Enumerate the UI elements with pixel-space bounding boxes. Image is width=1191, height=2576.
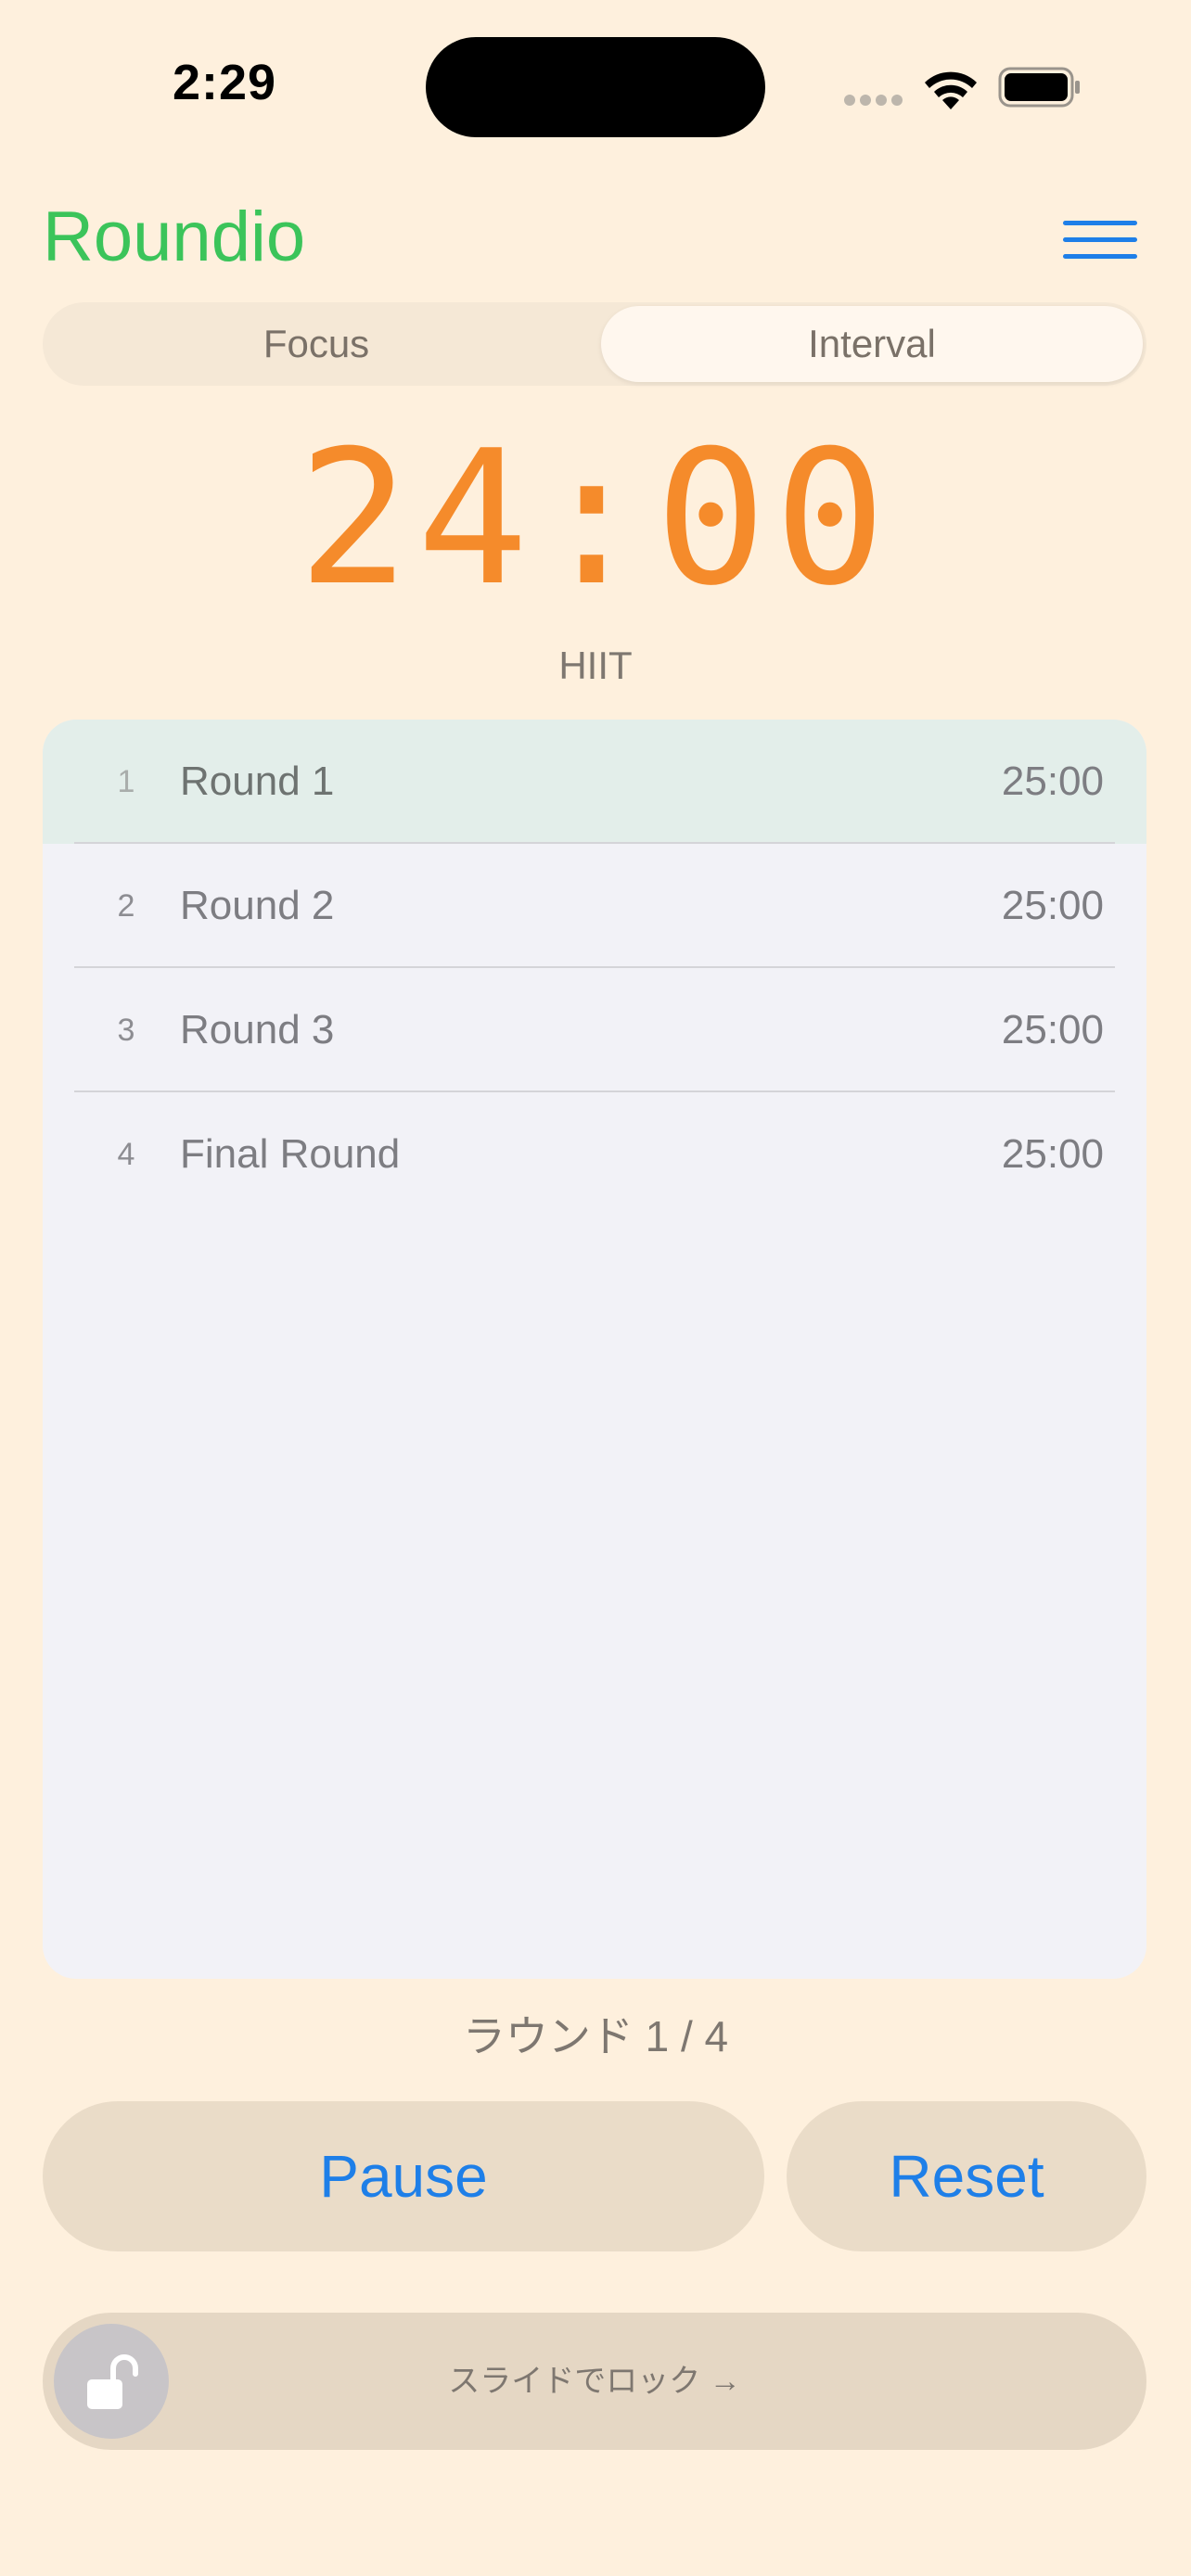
app-title: Roundio — [43, 198, 306, 276]
round-name: Round 1 — [180, 759, 335, 804]
round-name: Round 3 — [180, 1007, 335, 1052]
round-name: Final Round — [180, 1131, 401, 1177]
preset-name: HIIT — [558, 644, 633, 687]
battery-icon — [998, 67, 1080, 108]
status-time: 2:29 — [173, 55, 277, 110]
app-header: Roundio — [0, 176, 1191, 297]
pause-button[interactable]: Pause — [43, 2101, 764, 2251]
hamburger-menu-icon[interactable] — [1061, 211, 1139, 267]
slide-to-lock-track[interactable]: スライドでロック → — [43, 2313, 1146, 2450]
dynamic-island — [426, 37, 765, 137]
mode-segmented-control: Focus Interval — [43, 302, 1146, 386]
round-duration: 25:00 — [1001, 759, 1104, 804]
tab-interval[interactable]: Interval — [601, 306, 1143, 382]
slide-lock-knob[interactable] — [54, 2324, 169, 2439]
round-number: 2 — [117, 888, 135, 924]
reset-button[interactable]: Reset — [787, 2101, 1146, 2251]
round-row[interactable]: 2 Round 2 25:00 — [43, 844, 1146, 968]
slide-to-lock-label: スライドでロック → — [448, 2364, 741, 2399]
round-duration: 25:00 — [1001, 1007, 1104, 1052]
round-row[interactable]: 4 Final Round 25:00 — [43, 1092, 1146, 1217]
unlock-icon — [87, 2354, 138, 2409]
round-progress-text: ラウンド 1 / 4 — [462, 2012, 729, 2060]
timer-display: 24:00 — [297, 411, 894, 627]
round-row[interactable]: 1 Round 1 25:00 — [43, 720, 1146, 844]
round-number: 4 — [117, 1137, 135, 1172]
round-list: 1 Round 1 25:00 2 Round 2 25:00 3 Round … — [43, 720, 1146, 1979]
cellular-signal-icon — [844, 95, 903, 106]
tab-focus[interactable]: Focus — [48, 306, 584, 382]
round-duration: 25:00 — [1001, 883, 1104, 928]
wifi-icon — [925, 71, 977, 109]
round-number: 3 — [117, 1013, 135, 1048]
round-row[interactable]: 3 Round 3 25:00 — [43, 968, 1146, 1092]
status-bar: 2:29 — [0, 0, 1191, 176]
round-number: 1 — [117, 764, 135, 799]
round-name: Round 2 — [180, 883, 335, 928]
round-duration: 25:00 — [1001, 1131, 1104, 1177]
